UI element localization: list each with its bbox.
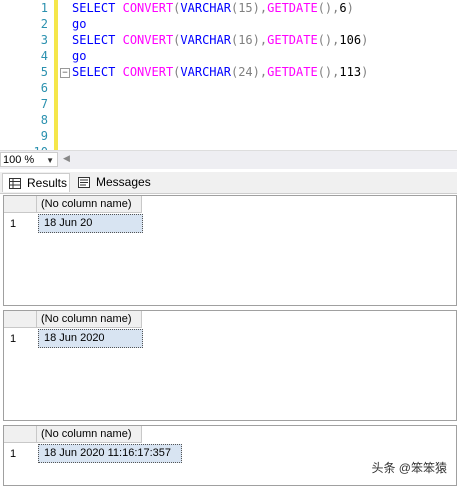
code-line[interactable]: SELECT CONVERT(VARCHAR(16),GETDATE(),106… — [72, 32, 368, 48]
chevron-down-icon: ▼ — [46, 156, 54, 165]
zoom-dropdown[interactable]: 100 % ▼ — [0, 152, 58, 167]
code-function: GETDATE — [267, 33, 318, 47]
line-number: 3 — [40, 33, 48, 47]
result-grid[interactable]: (No column name) 1 18 Jun 20 — [3, 195, 457, 306]
code-line[interactable]: SELECT CONVERT(VARCHAR(24),GETDATE(),113… — [72, 64, 368, 80]
column-header[interactable]: (No column name) — [37, 196, 142, 213]
code-operator: ) — [346, 1, 354, 15]
scroll-left-icon[interactable]: ◀ — [63, 153, 70, 164]
code-keyword: VARCHAR — [180, 1, 231, 15]
code-function: CONVERT — [122, 65, 174, 79]
line-number: 6 — [40, 81, 48, 95]
tab-messages[interactable]: Messages — [72, 173, 151, 192]
row-number[interactable]: 1 — [10, 216, 16, 232]
code-keyword: VARCHAR — [180, 65, 231, 79]
editor-status-bar: 100 % ▼ ◀ — [0, 150, 457, 169]
grid-corner[interactable] — [4, 311, 37, 328]
line-number: 9 — [40, 129, 48, 143]
line-number: 7 — [40, 97, 48, 111]
result-grid[interactable]: (No column name) 1 18 Jun 2020 11:16:17:… — [3, 425, 457, 486]
grid-corner[interactable] — [4, 196, 37, 213]
code-line[interactable]: go — [72, 16, 86, 32]
change-tracking-bar — [54, 0, 58, 150]
collapse-icon[interactable]: − — [60, 68, 70, 78]
result-cell[interactable]: 18 Jun 2020 — [38, 329, 143, 348]
line-number: 1 — [40, 1, 48, 15]
code-keyword: go — [72, 49, 87, 63]
line-number: 5 — [40, 65, 48, 79]
column-header[interactable]: (No column name) — [37, 311, 142, 328]
code-argument: (15) — [230, 1, 260, 15]
result-grid[interactable]: (No column name) 1 18 Jun 2020 — [3, 310, 457, 421]
code-operator: ) — [361, 65, 369, 79]
code-function: CONVERT — [122, 1, 174, 15]
line-number: 4 — [40, 49, 48, 63]
line-number: 8 — [40, 113, 48, 127]
sql-editor[interactable]: 1 2 3 4 5 6 7 8 9 10 − SELECT CONVERT(VA… — [0, 0, 457, 150]
code-function: GETDATE — [267, 65, 318, 79]
code-literal: 6 — [339, 1, 347, 15]
row-number[interactable]: 1 — [10, 446, 16, 462]
zoom-value: 100 % — [3, 154, 35, 166]
code-literal: 106 — [339, 33, 362, 47]
code-operator: () — [317, 33, 333, 47]
watermark-text: 头条 @笨笨猿 — [371, 461, 447, 475]
grid-corner[interactable] — [4, 426, 37, 443]
tab-messages-label: Messages — [96, 175, 151, 189]
code-keyword: SELECT — [72, 33, 116, 47]
code-keyword: SELECT — [72, 1, 116, 15]
code-keyword: SELECT — [72, 65, 116, 79]
code-keyword: VARCHAR — [180, 33, 231, 47]
code-literal: 113 — [339, 65, 362, 79]
result-cell[interactable]: 18 Jun 20 — [38, 214, 143, 233]
code-keyword: go — [72, 17, 87, 31]
code-operator: ) — [361, 33, 369, 47]
code-operator: () — [317, 1, 333, 15]
result-cell[interactable]: 18 Jun 2020 11:16:17:357 — [38, 444, 182, 463]
tab-results[interactable]: Results — [2, 173, 70, 192]
code-line[interactable]: go — [72, 48, 86, 64]
code-argument: (24) — [230, 65, 260, 79]
messages-icon — [78, 177, 90, 188]
code-function: GETDATE — [267, 1, 318, 15]
code-function: CONVERT — [122, 33, 174, 47]
row-number[interactable]: 1 — [10, 331, 16, 347]
code-line[interactable]: SELECT CONVERT(VARCHAR(15),GETDATE(),6) — [72, 0, 354, 16]
code-operator: () — [317, 65, 333, 79]
tab-results-label: Results — [27, 176, 68, 190]
results-tab-bar: Results Messages — [0, 172, 457, 194]
code-argument: (16) — [230, 33, 260, 47]
grid-icon — [9, 178, 21, 189]
column-header[interactable]: (No column name) — [37, 426, 142, 443]
line-number: 2 — [40, 17, 48, 31]
line-number-gutter: 1 2 3 4 5 6 7 8 9 10 — [0, 0, 52, 150]
